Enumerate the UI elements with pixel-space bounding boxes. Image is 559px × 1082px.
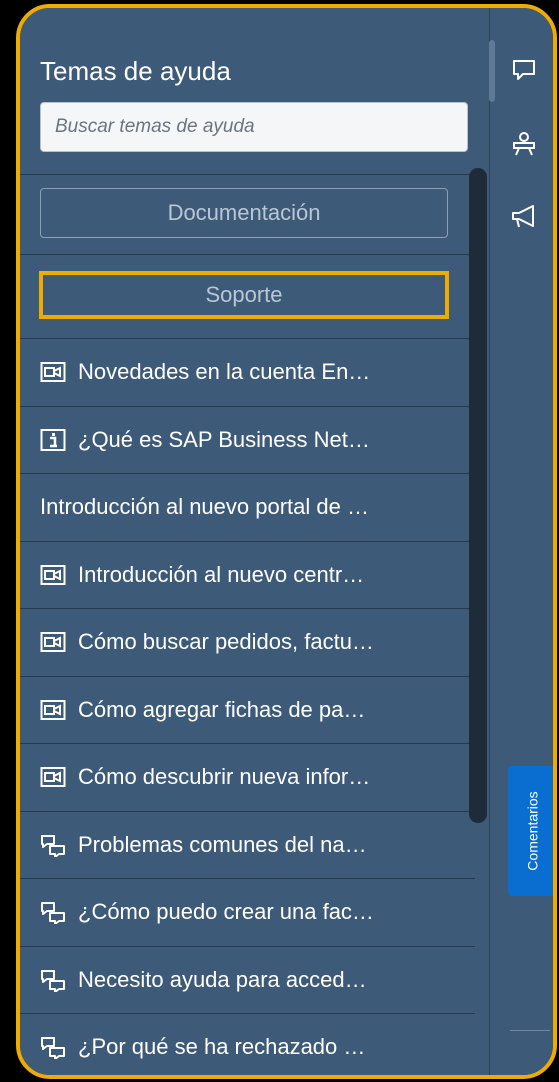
list-item-label: Cómo buscar pedidos, factu… [78,629,374,655]
list-item[interactable]: Problemas comunes del na… [20,810,475,879]
discussion-icon [40,968,66,992]
divider [20,254,475,255]
support-button[interactable]: Soporte [39,271,449,319]
right-toolbar [489,8,553,1075]
toolbar-scrollbar[interactable] [489,40,495,102]
list-item-label: Necesito ayuda para acced… [78,966,367,992]
list-item-label: Problemas comunes del na… [78,831,367,857]
list-item-label: Cómo agregar fichas de pa… [78,696,366,722]
divider [510,1030,550,1031]
discussion-icon [40,1035,66,1060]
list-item[interactable]: Introducción al nuevo portal de … [20,473,475,541]
video-icon [40,765,66,789]
megaphone-icon[interactable] [510,202,538,230]
list-item-label: Introducción al nuevo portal de … [40,494,369,520]
info-icon [40,428,66,452]
presentation-icon[interactable] [510,130,538,158]
list-item[interactable]: Introducción al nuevo centr… [20,540,475,609]
list-item-label: Novedades en la cuenta En… [78,359,371,385]
scrollbar[interactable] [469,168,487,823]
list-item[interactable]: Cómo descubrir nueva infor… [20,743,475,811]
list-item[interactable]: Necesito ayuda para acced… [20,945,475,1014]
video-icon [40,563,66,587]
help-panel-frame: Temas de ayuda Buscar temas de ayuda Doc… [16,4,557,1079]
video-icon [40,698,66,722]
list-item-label: ¿Qué es SAP Business Net… [78,426,370,452]
chat-icon[interactable] [510,56,538,84]
list-item[interactable]: ¿Cómo puedo crear una fac… [20,878,475,946]
feedback-button[interactable]: Comentarios [508,766,553,896]
search-input[interactable]: Buscar temas de ayuda [40,102,468,152]
search-placeholder: Buscar temas de ayuda [55,116,255,137]
divider [20,174,475,175]
list-item[interactable]: ¿Por qué se ha rechazado … [20,1013,475,1075]
panel-title: Temas de ayuda [40,56,231,86]
list-item-label: ¿Por qué se ha rechazado … [78,1034,366,1060]
list-item-label: ¿Cómo puedo crear una fac… [78,899,374,925]
list-item[interactable]: ¿Qué es SAP Business Net… [20,405,475,474]
list-item[interactable]: Cómo buscar pedidos, factu… [20,608,475,676]
topic-list: Novedades en la cuenta En… ¿Qué es SAP B… [20,338,475,1075]
video-icon [40,360,66,384]
documentation-button[interactable]: Documentación [40,188,448,238]
list-item[interactable]: Novedades en la cuenta En… [20,338,475,406]
list-item[interactable]: Cómo agregar fichas de pa… [20,675,475,744]
discussion-icon [40,900,66,925]
video-icon [40,630,66,654]
list-item-label: Cómo descubrir nueva infor… [78,764,371,790]
discussion-icon [40,833,66,857]
help-topics-panel: Temas de ayuda Buscar temas de ayuda Doc… [20,8,489,1075]
feedback-label: Comentarios [524,791,541,871]
list-item-label: Introducción al nuevo centr… [78,561,365,587]
